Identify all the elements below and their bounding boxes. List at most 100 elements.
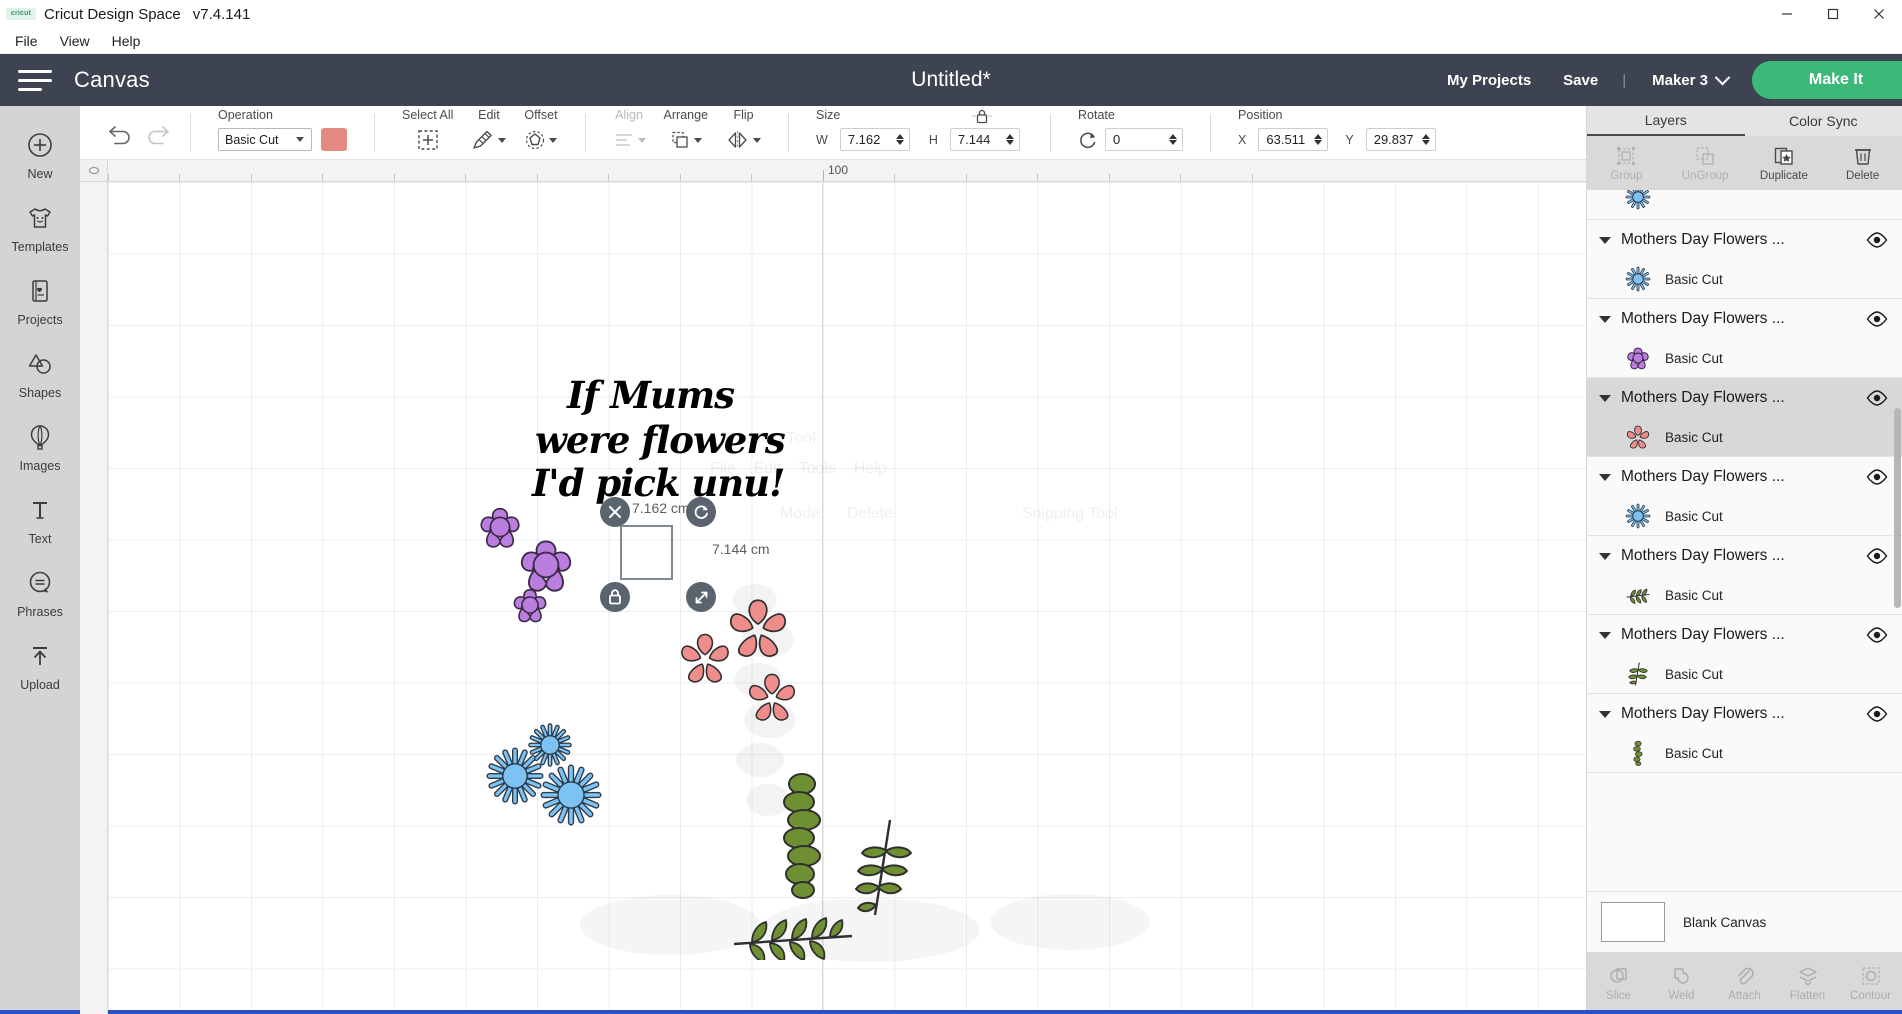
hamburger-menu-icon[interactable] <box>18 66 58 94</box>
layer-group[interactable]: Mothers Day Flowers ... Basic Cut <box>1587 299 1902 378</box>
menu-help[interactable]: Help <box>101 30 152 52</box>
blank-canvas-row[interactable]: Blank Canvas <box>1587 891 1902 952</box>
operation-color-swatch[interactable] <box>321 128 347 151</box>
sidebar-item-shapes[interactable]: Shapes <box>0 337 80 410</box>
blue-aster-large[interactable] <box>540 764 602 826</box>
visibility-eye-icon[interactable] <box>1866 390 1888 406</box>
make-it-button[interactable]: Make It <box>1752 61 1902 99</box>
layer-group[interactable]: Mothers Day Flowers ... Basic Cut <box>1587 220 1902 299</box>
collapse-triangle-icon[interactable] <box>1599 236 1611 244</box>
width-input[interactable]: 7.162 <box>839 128 910 151</box>
offset-button[interactable]: Offset <box>515 108 566 152</box>
design-canvas[interactable]: 100 Snipping Tool File Edit Tools Help M… <box>80 160 1586 1014</box>
blue-aster-small[interactable] <box>528 723 572 767</box>
green-horizontal-frond[interactable] <box>730 910 860 960</box>
quote-line-3[interactable]: I'd pick unu! <box>532 465 785 502</box>
layer-child-row[interactable]: Basic Cut <box>1587 576 1902 614</box>
pink-flower-bottom[interactable] <box>745 670 799 724</box>
layer-header[interactable]: Mothers Day Flowers ... <box>1587 220 1902 260</box>
sidebar-item-text[interactable]: Text <box>0 483 80 556</box>
operation-select[interactable]: Basic Cut <box>218 128 312 151</box>
collapse-triangle-icon[interactable] <box>1599 473 1611 481</box>
green-fern-branch[interactable] <box>850 815 920 925</box>
y-stepper[interactable] <box>1418 134 1433 145</box>
purple-flower-medium[interactable] <box>476 503 524 551</box>
collapse-triangle-icon[interactable] <box>1599 710 1611 718</box>
select-all-button[interactable]: Select All <box>393 108 462 152</box>
flip-button[interactable]: Flip <box>717 108 770 152</box>
sidebar-item-templates[interactable]: Templates <box>0 191 80 264</box>
green-leaf-column[interactable] <box>772 772 832 902</box>
layer-header[interactable]: Mothers Day Flowers ... <box>1587 615 1902 655</box>
rotate-stepper[interactable] <box>1165 134 1180 145</box>
sidebar-item-new[interactable]: New <box>0 118 80 191</box>
my-projects-link[interactable]: My Projects <box>1431 72 1547 89</box>
rotate-input[interactable]: 0 <box>1105 128 1184 151</box>
lock-aspect-icon[interactable] <box>971 108 993 126</box>
group-button[interactable]: Group <box>1587 136 1666 190</box>
visibility-eye-icon[interactable] <box>1866 548 1888 564</box>
layer-header[interactable]: Mothers Day Flowers ... <box>1587 378 1902 418</box>
layer-header[interactable]: Mothers Day Flowers ... <box>1587 536 1902 576</box>
visibility-eye-icon[interactable] <box>1866 706 1888 722</box>
attach-button[interactable]: Attach <box>1713 952 1776 1014</box>
flatten-button[interactable]: Flatten <box>1776 952 1839 1014</box>
visibility-eye-icon[interactable] <box>1866 469 1888 485</box>
edit-button[interactable]: Edit <box>462 108 515 152</box>
quote-line-2[interactable]: were flowers <box>535 422 786 459</box>
collapse-triangle-icon[interactable] <box>1599 315 1611 323</box>
sidebar-item-phrases[interactable]: Phrases <box>0 556 80 629</box>
layer-group[interactable] <box>1587 190 1902 220</box>
maximize-button[interactable] <box>1810 0 1856 28</box>
sidebar-item-upload[interactable]: Upload <box>0 629 80 702</box>
layer-child-row[interactable]: Basic Cut <box>1587 497 1902 535</box>
layer-child-row[interactable]: Basic Cut <box>1587 418 1902 456</box>
visibility-eye-icon[interactable] <box>1866 627 1888 643</box>
collapse-triangle-icon[interactable] <box>1599 394 1611 402</box>
collapse-triangle-icon[interactable] <box>1599 552 1611 560</box>
tab-layers[interactable]: Layers <box>1587 106 1745 136</box>
ungroup-button[interactable]: UnGroup <box>1666 136 1745 190</box>
close-button[interactable] <box>1856 0 1902 28</box>
contour-button[interactable]: Contour <box>1839 952 1902 1014</box>
layers-list[interactable]: Mothers Day Flowers ... Basic Cut Mother… <box>1587 190 1902 891</box>
align-button[interactable]: Align <box>604 108 655 152</box>
height-stepper[interactable] <box>1002 134 1017 145</box>
sidebar-item-images[interactable]: Images <box>0 410 80 483</box>
layers-scrollbar[interactable] <box>1894 408 1901 608</box>
lock-selection-handle[interactable] <box>600 582 630 612</box>
layer-group[interactable]: Mothers Day Flowers ... Basic Cut <box>1587 457 1902 536</box>
delete-button[interactable]: Delete <box>1823 136 1902 190</box>
layer-child-row[interactable]: Basic Cut <box>1587 734 1902 772</box>
undo-icon[interactable] <box>106 120 136 146</box>
minimize-button[interactable] <box>1764 0 1810 28</box>
menu-file[interactable]: File <box>4 30 49 52</box>
layer-group[interactable]: Mothers Day Flowers ... Basic Cut <box>1587 694 1902 773</box>
resize-selection-handle[interactable] <box>686 582 716 612</box>
layer-header[interactable]: Mothers Day Flowers ... <box>1587 694 1902 734</box>
tab-color-sync[interactable]: Color Sync <box>1745 106 1902 136</box>
blank-canvas-swatch[interactable] <box>1601 902 1665 942</box>
purple-flower-small[interactable] <box>510 585 550 625</box>
rotate-selection-handle[interactable] <box>686 497 716 527</box>
layer-group[interactable]: Mothers Day Flowers ... Basic Cut <box>1587 615 1902 694</box>
y-input[interactable]: 29.837 <box>1365 128 1436 151</box>
visibility-eye-icon[interactable] <box>1866 232 1888 248</box>
arrange-button[interactable]: Arrange <box>655 108 717 152</box>
redo-icon[interactable] <box>142 120 172 146</box>
rotate-icon[interactable] <box>1078 130 1098 150</box>
selection-bounding-box[interactable] <box>620 525 673 580</box>
width-stepper[interactable] <box>892 134 907 145</box>
delete-selection-handle[interactable] <box>600 497 630 527</box>
machine-selector[interactable]: Maker 3 <box>1634 69 1738 89</box>
ruler-origin-toggle[interactable] <box>80 160 108 182</box>
save-button[interactable]: Save <box>1547 72 1614 89</box>
x-input[interactable]: 63.511 <box>1258 128 1329 151</box>
layer-group[interactable]: Mothers Day Flowers ... Basic Cut <box>1587 536 1902 615</box>
duplicate-button[interactable]: Duplicate <box>1745 136 1824 190</box>
horizontal-ruler[interactable]: 100 <box>108 160 1586 182</box>
sidebar-item-projects[interactable]: Projects <box>0 264 80 337</box>
pink-flower-left[interactable] <box>677 630 733 686</box>
menu-view[interactable]: View <box>49 30 101 52</box>
layer-header[interactable]: Mothers Day Flowers ... <box>1587 299 1902 339</box>
